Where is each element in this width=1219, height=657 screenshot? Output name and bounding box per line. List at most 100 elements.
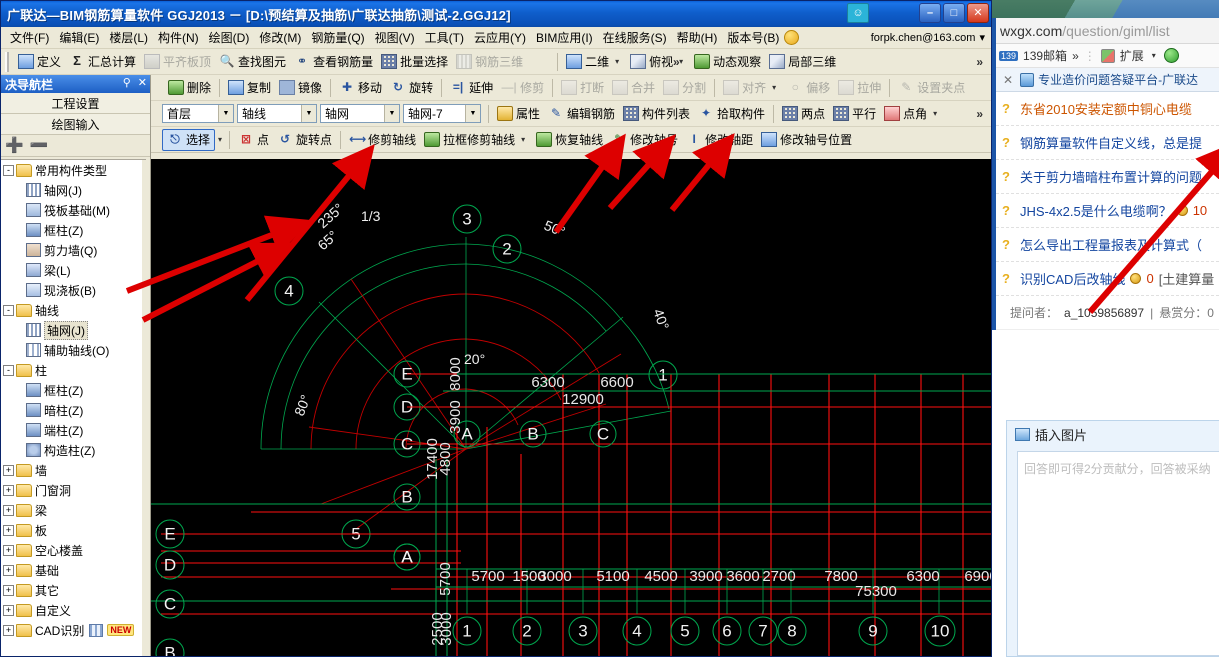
toolbar-btn-edit-rebar[interactable]: ✎ 编辑钢筋 [544, 103, 619, 125]
minimize-button[interactable]: – [919, 3, 941, 23]
tree-item-0[interactable]: - 常用构件类型 [1, 160, 146, 180]
menu-item-modify[interactable]: 修改(M) [254, 27, 306, 48]
bookmark-overflow-icon[interactable]: » [1072, 49, 1079, 63]
question-link[interactable]: 识别CAD后改轴线 [1020, 269, 1125, 288]
menu-item-bim[interactable]: BIM应用(I) [531, 27, 598, 48]
chat-icon[interactable]: ☺ [847, 3, 869, 23]
answer-textarea[interactable]: 回答即可得2分贡献分，回答被采纳 [1017, 451, 1219, 656]
toolbar-btn-component-list[interactable]: 构件列表 [619, 103, 694, 125]
toolbar-btn-edit-axis-spacing[interactable]: I 修改轴距 [682, 129, 757, 151]
expand-icon[interactable]: + [3, 604, 14, 616]
expand-icon[interactable]: + [3, 544, 14, 556]
toolbar-btn-view-rebar[interactable]: ⚭ 查看钢筋量 [290, 51, 377, 73]
toolbar-btn-trim[interactable]: —| 修剪 [497, 77, 548, 99]
menu-item-floor[interactable]: 楼层(L) [104, 27, 153, 48]
toolbar-btn-dynamic-observe[interactable]: 动态观察 [690, 51, 765, 73]
cad-canvas[interactable]: .gl{stroke:#00a84f;stroke-width:1;fill:n… [151, 159, 991, 656]
chevron-down-icon[interactable]: ▾ [612, 57, 622, 66]
tree-item-8[interactable]: 轴网(J) [1, 320, 146, 340]
toolbar-btn-top-view[interactable]: 俯视 ▾ [626, 51, 690, 73]
menu-item-rebar[interactable]: 钢筋量(Q) [306, 27, 369, 48]
bookmark-extensions[interactable]: 扩展 [1120, 47, 1144, 64]
toolbar-btn-two-point[interactable]: 两点 [778, 103, 829, 125]
tree-item-16[interactable]: + 门窗洞 [1, 480, 146, 500]
chevron-down-icon[interactable]: ▾ [215, 135, 225, 144]
component-type-select[interactable]: 轴线 ▼ [237, 104, 317, 123]
maximize-button[interactable]: □ [943, 3, 965, 23]
question-row-1[interactable]: ? 钢筋算量软件自定义线，总是提 [996, 126, 1219, 160]
toolbar-btn-sum[interactable]: Σ 汇总计算 [65, 51, 140, 73]
chevron-down-icon[interactable]: ▼ [218, 105, 233, 122]
tree-item-17[interactable]: + 梁 [1, 500, 146, 520]
bookmark-139mail[interactable]: 139邮箱 [1023, 47, 1067, 64]
tree-item-7[interactable]: - 轴线 [1, 300, 146, 320]
toolbar-btn-rotate-point[interactable]: ↺ 旋转点 [273, 129, 336, 151]
menu-item-tools[interactable]: 工具(T) [420, 27, 469, 48]
insert-image-label[interactable]: 插入图片 [1035, 425, 1087, 444]
toolbar-btn-select[interactable]: ⎋ 选择 [162, 128, 216, 151]
tree-item-20[interactable]: + 基础 [1, 560, 146, 580]
tree-item-18[interactable]: + 板 [1, 520, 146, 540]
menu-item-version[interactable]: 版本号(B) [722, 27, 784, 48]
toolbar-btn-offset[interactable]: ○ 偏移 [783, 77, 834, 99]
chevron-down-icon[interactable]: ▾ [769, 83, 779, 92]
chevron-down-icon[interactable]: ▾ [518, 135, 528, 144]
expand-icon[interactable]: + [3, 564, 14, 576]
view-toolbar-overflow-icon[interactable]: » [976, 55, 983, 69]
instance-select[interactable]: 轴网-7 ▼ [403, 104, 481, 123]
menu-item-draw[interactable]: 绘图(D) [204, 27, 255, 48]
expand-icon[interactable]: + [3, 524, 14, 536]
expand-icon[interactable]: + [3, 624, 14, 636]
context-toolbar-overflow-icon[interactable]: » [976, 107, 983, 121]
menu-item-view[interactable]: 视图(V) [370, 27, 420, 48]
tree-item-4[interactable]: 剪力墙(Q) [1, 240, 146, 260]
collapse-icon[interactable]: - [3, 304, 14, 316]
toolbar-btn-batch-select[interactable]: 批量选择 [377, 51, 452, 73]
toolbar-btn-break[interactable]: 打断 [557, 77, 608, 99]
tree-item-3[interactable]: 框柱(Z) [1, 220, 146, 240]
question-link[interactable]: JHS-4x2.5是什么电缆啊？ [1020, 201, 1172, 220]
chevron-down-icon[interactable]: ▾ [930, 109, 940, 118]
menu-item-component[interactable]: 构件(N) [153, 27, 204, 48]
toolbar-btn-trim-axis[interactable]: ⟷ 修剪轴线 [345, 129, 420, 151]
question-row-4[interactable]: ? 怎么导出工程量报表及计算式（ [996, 228, 1219, 262]
question-row-5[interactable]: ? 识别CAD后改轴线 0 [土建算量 [996, 262, 1219, 296]
toolbar-grip[interactable] [5, 51, 12, 72]
tree-item-6[interactable]: 现浇板(B) [1, 280, 146, 300]
close-icon[interactable]: ✕ [1000, 73, 1016, 87]
component-select[interactable]: 轴网 ▼ [320, 104, 400, 123]
toolbar-btn-parallel[interactable]: 平行 [829, 103, 880, 125]
toolbar-btn-rotate[interactable]: ↻ 旋转 [386, 77, 437, 99]
expand-icon[interactable]: + [3, 484, 14, 496]
tree-item-23[interactable]: + CAD识别 NEW [1, 620, 146, 640]
toolbar-btn-move[interactable]: ✚ 移动 [335, 77, 386, 99]
address-bar[interactable]: wxgx.com/question/giml/list [996, 18, 1219, 44]
toolbar-btn-split[interactable]: 分割 [659, 77, 710, 99]
toolbar-btn-local-3d[interactable]: 局部三维 [765, 51, 840, 73]
tree-item-12[interactable]: 暗柱(Z) [1, 400, 146, 420]
nav-tab-project-settings[interactable]: 工程设置 [1, 93, 150, 114]
account-area[interactable]: forpk.chen@163.com ▾ [871, 31, 985, 45]
toolbar-btn-point[interactable]: ⊠ 点 [234, 129, 273, 151]
chevron-down-icon[interactable]: ▼ [465, 105, 480, 122]
toolbar-btn-point-angle[interactable]: 点角 ▾ [880, 103, 944, 125]
question-link[interactable]: 东省2010安装定额中铜心电缆 [1020, 99, 1192, 118]
chevron-down-icon[interactable]: ▾ [1149, 51, 1159, 60]
menu-item-file[interactable]: 文件(F) [5, 27, 54, 48]
tree-item-9[interactable]: 辅助轴线(O) [1, 340, 146, 360]
nav-tab-drawing-input[interactable]: 绘图输入 [1, 114, 150, 135]
tree-item-10[interactable]: -柱 [1, 360, 146, 380]
menu-item-online[interactable]: 在线服务(S) [598, 27, 672, 48]
browser-tab[interactable]: ✕ 专业造价问题答疑平台-广联达 [996, 68, 1219, 92]
tree-item-5[interactable]: 梁(L) [1, 260, 146, 280]
close-button[interactable]: ✕ [967, 3, 989, 23]
expand-icon[interactable]: + [3, 464, 14, 476]
question-row-3[interactable]: ? JHS-4x2.5是什么电缆啊？ 10 [996, 194, 1219, 228]
chevron-down-icon[interactable]: ▾ [979, 31, 985, 44]
tree-item-21[interactable]: + 其它 [1, 580, 146, 600]
toolbar-btn-pick-component[interactable]: ✦ 拾取构件 [694, 103, 769, 125]
collapse-all-icon[interactable]: ➖ [30, 138, 49, 153]
collapse-icon[interactable]: - [3, 164, 14, 176]
toolbar-btn-align[interactable]: 对齐 ▾ [719, 77, 783, 99]
floor-select[interactable]: 首层 ▼ [162, 104, 234, 123]
